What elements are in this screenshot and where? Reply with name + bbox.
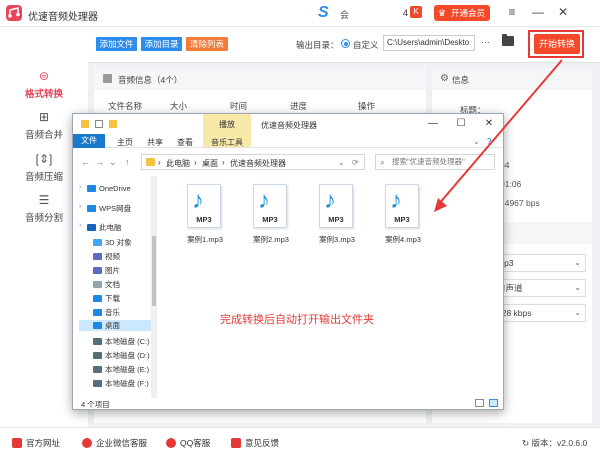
- annotation-arrow-icon: [434, 59, 563, 212]
